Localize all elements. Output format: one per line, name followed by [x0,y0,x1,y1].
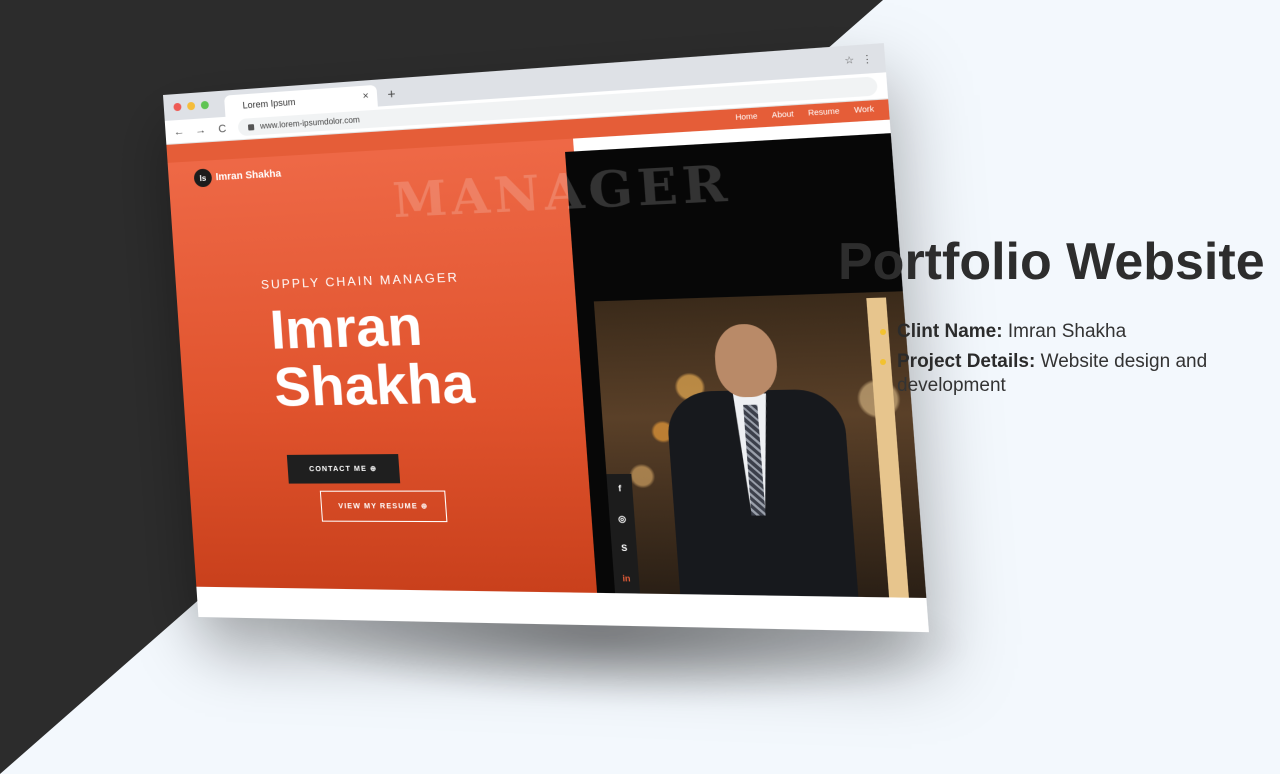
hero-name-last: Shakha [271,351,477,419]
instagram-icon[interactable]: ◎ [618,514,627,524]
nav-about[interactable]: About [772,111,794,120]
project-details-list: Clint Name: Imran Shakha Project Details… [878,320,1238,404]
browser-window: Lorem Ipsum × + ☆ ⋮ ← → C www.lorem-ipsu… [163,43,929,633]
page-title: Portfolio Website [838,233,1265,291]
client-label: Clint Name: [897,321,1003,342]
browser-mockup: Lorem Ipsum × + ☆ ⋮ ← → C www.lorem-ipsu… [163,43,986,714]
hero-name-first: Imran [268,294,425,362]
website-content: Home About Resume Work Is Imran Shakha M… [166,99,929,633]
forward-arrow-icon[interactable]: → [194,124,207,137]
logo-badge: Is [193,168,213,188]
maximize-window-icon[interactable] [200,100,210,110]
nav-work[interactable]: Work [854,106,874,115]
skype-icon[interactable]: S [621,544,628,554]
tab-title: Lorem Ipsum [242,96,296,111]
browser-menu-icon[interactable]: ⋮ [861,53,873,66]
linkedin-icon[interactable]: in [622,573,631,583]
window-controls [173,100,210,112]
url-text: www.lorem-ipsumdolor.com [259,115,361,131]
bookmark-star-icon[interactable]: ☆ [844,54,855,67]
facebook-icon[interactable]: f [618,484,622,494]
close-window-icon[interactable] [173,102,182,112]
hero-name: Imran Shakha [268,292,573,419]
back-arrow-icon[interactable]: ← [173,125,185,138]
logo-text: Imran Shakha [215,167,282,183]
reload-icon[interactable]: C [216,122,229,135]
contact-me-button[interactable]: CONTACT ME ⊕ [286,454,401,484]
lock-icon [247,123,255,131]
nav-home[interactable]: Home [735,113,758,122]
list-item: Clint Name: Imran Shakha [878,320,1238,344]
client-value: Imran Shakha [1002,321,1127,342]
list-item: Project Details: Website design and deve… [878,350,1238,398]
minimize-window-icon[interactable] [186,101,196,111]
new-tab-icon[interactable]: + [387,86,396,102]
tab-close-icon[interactable]: × [362,91,369,103]
project-details-label: Project Details: [897,351,1036,372]
view-resume-button[interactable]: VIEW MY RESUME ⊕ [319,490,448,523]
